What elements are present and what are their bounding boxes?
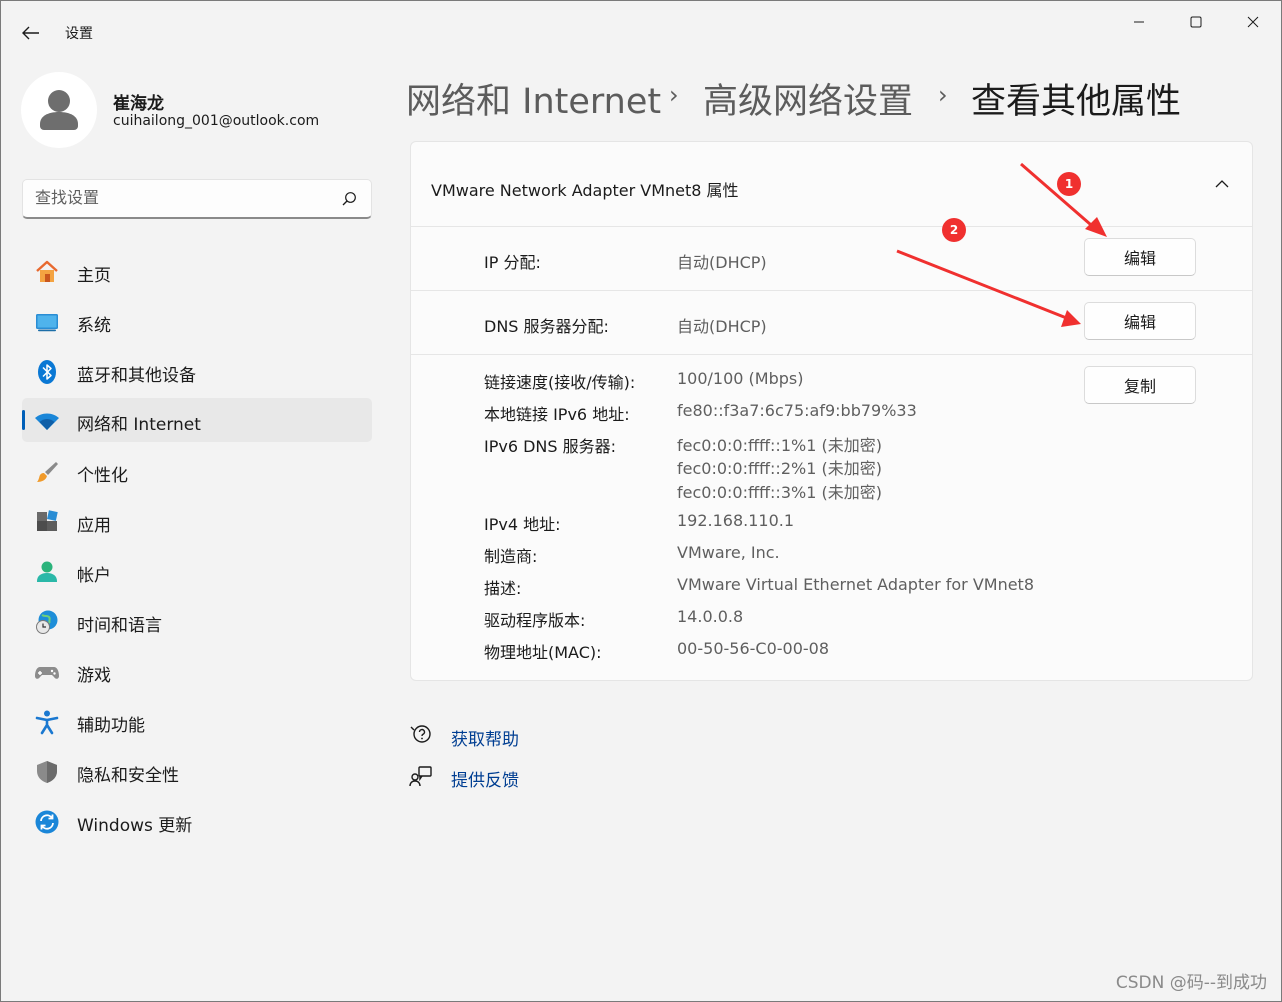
divider (411, 354, 1252, 355)
collapse-button[interactable] (1209, 173, 1235, 199)
minimize-icon (1134, 21, 1144, 23)
mac-label: 物理地址(MAC): (484, 643, 602, 662)
link-speed-value: 100/100 (Mbps) (677, 369, 804, 388)
app-title: 设置 (65, 26, 93, 42)
sidebar-item-windows-update[interactable]: Windows 更新 (22, 799, 372, 843)
sidebar-item-label: 系统 (77, 316, 111, 336)
sidebar-item-time-language[interactable]: 时间和语言 (22, 599, 372, 643)
feedback-icon (409, 765, 433, 793)
user-email: cuihailong_001@outlook.com (113, 113, 320, 129)
sidebar-item-label: Windows 更新 (77, 816, 193, 836)
sidebar-item-label: 隐私和安全性 (77, 766, 179, 786)
sidebar-item-privacy[interactable]: 隐私和安全性 (22, 749, 372, 793)
close-icon (1247, 16, 1259, 28)
user-name: 崔海龙 (113, 94, 164, 114)
ipv6-local-label: 本地链接 IPv6 地址: (484, 405, 630, 424)
watermark: CSDN @码--到成功 (1115, 973, 1267, 993)
sidebar-item-label: 主页 (77, 266, 111, 286)
update-icon (35, 810, 59, 834)
ip-edit-button[interactable]: 编辑 (1084, 238, 1196, 276)
apps-icon (37, 510, 58, 531)
description-label: 描述: (484, 579, 522, 598)
driver-version-label: 驱动程序版本: (484, 611, 586, 630)
sidebar-item-home[interactable]: 主页 (22, 249, 372, 293)
divider (411, 226, 1252, 227)
sidebar-item-personalization[interactable]: 个性化 (22, 449, 372, 493)
accessibility-icon (35, 710, 59, 735)
sidebar-item-label: 辅助功能 (77, 716, 145, 736)
description-value: VMware Virtual Ethernet Adapter for VMne… (677, 575, 1035, 594)
ipv6-local-value: fe80::f3a7:6c75:af9:bb79%33 (677, 401, 917, 420)
ip-assignment-label: IP 分配: (484, 253, 541, 272)
give-feedback-link[interactable]: 提供反馈 (451, 766, 519, 791)
get-help-link[interactable]: 获取帮助 (451, 725, 519, 750)
annotation-badge-2: 2 (942, 218, 966, 242)
dns-assignment-value: 自动(DHCP) (677, 317, 767, 336)
ip-assignment-value: 自动(DHCP) (677, 253, 767, 272)
breadcrumb-item-network[interactable]: 网络和 Internet (406, 73, 661, 124)
back-arrow-icon (22, 26, 39, 40)
bluetooth-icon (38, 360, 56, 384)
maximize-icon (1190, 16, 1202, 28)
sidebar-item-bluetooth[interactable]: 蓝牙和其他设备 (22, 349, 372, 393)
sidebar-item-system[interactable]: 系统 (22, 299, 372, 343)
ipv6-dns-value-2: fec0:0:0:ffff::2%1 (未加密) (677, 459, 882, 478)
active-indicator (22, 410, 25, 430)
home-icon (36, 260, 58, 282)
minimize-button[interactable] (1116, 7, 1162, 37)
help-icon (409, 723, 433, 751)
gamepad-icon (35, 667, 59, 679)
breadcrumb-separator: › (938, 81, 948, 109)
sidebar-item-network[interactable]: 网络和 Internet (22, 398, 372, 442)
sidebar-item-label: 游戏 (77, 666, 111, 686)
sidebar-item-label: 网络和 Internet (77, 415, 201, 435)
sidebar-item-label: 个性化 (77, 466, 128, 486)
manufacturer-value: VMware, Inc. (677, 543, 780, 562)
breadcrumb-separator: › (669, 81, 679, 109)
ipv4-label: IPv4 地址: (484, 515, 561, 534)
account-icon (37, 561, 57, 582)
close-button[interactable] (1230, 7, 1276, 37)
brush-icon (37, 462, 58, 482)
page-title: 查看其他属性 (971, 82, 1182, 122)
annotation-badge-1: 1 (1057, 172, 1081, 196)
sidebar-item-account[interactable]: 帐户 (22, 549, 372, 593)
shield-icon (37, 761, 57, 783)
card-title: VMware Network Adapter VMnet8 属性 (431, 181, 739, 200)
maximize-button[interactable] (1173, 7, 1219, 37)
copy-button[interactable]: 复制 (1084, 366, 1196, 404)
sidebar-item-gaming[interactable]: 游戏 (22, 649, 372, 693)
divider (411, 290, 1252, 291)
dns-edit-button[interactable]: 编辑 (1084, 302, 1196, 340)
ipv4-value: 192.168.110.1 (677, 511, 795, 530)
sidebar-item-accessibility[interactable]: 辅助功能 (22, 699, 372, 743)
chevron-up-icon (1215, 180, 1229, 188)
avatar[interactable] (21, 72, 97, 148)
search-input[interactable] (35, 188, 325, 207)
search-box[interactable] (22, 179, 372, 219)
ipv6-dns-value-3: fec0:0:0:ffff::3%1 (未加密) (677, 483, 882, 502)
globe-clock-icon (36, 610, 58, 634)
sidebar-item-label: 帐户 (77, 566, 111, 586)
sidebar-item-label: 时间和语言 (77, 616, 162, 636)
user-icon (40, 90, 78, 130)
system-icon (36, 314, 58, 332)
dns-assignment-label: DNS 服务器分配: (484, 317, 609, 336)
back-button[interactable] (11, 17, 51, 49)
sidebar-item-label: 应用 (77, 516, 111, 536)
driver-version-value: 14.0.0.8 (677, 607, 744, 626)
ipv6-dns-label: IPv6 DNS 服务器: (484, 437, 617, 456)
wifi-icon (35, 413, 59, 430)
sidebar-item-apps[interactable]: 应用 (22, 499, 372, 543)
sidebar-item-label: 蓝牙和其他设备 (77, 366, 196, 386)
ipv6-dns-value-1: fec0:0:0:ffff::1%1 (未加密) (677, 436, 882, 455)
link-speed-label: 链接速度(接收/传输): (484, 373, 636, 392)
manufacturer-label: 制造商: (484, 547, 538, 566)
mac-value: 00-50-56-C0-00-08 (677, 639, 830, 658)
search-icon[interactable] (341, 191, 357, 207)
breadcrumb-item-advanced[interactable]: 高级网络设置 (703, 73, 913, 124)
